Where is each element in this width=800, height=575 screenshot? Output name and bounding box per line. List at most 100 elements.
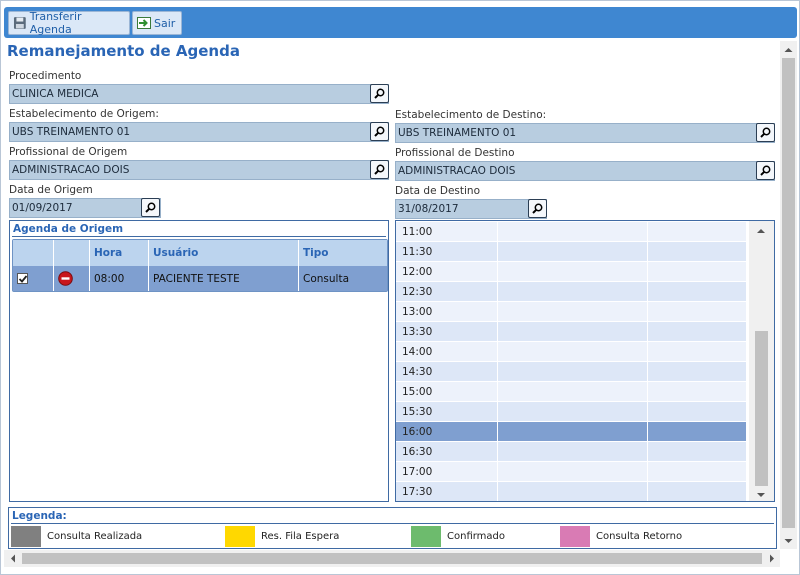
scroll-down-icon[interactable] (749, 487, 773, 502)
time-slot-type-cell (648, 362, 746, 381)
magnifier-icon (760, 127, 771, 138)
time-slot-row[interactable]: 11:30 (396, 242, 746, 262)
scroll-down-icon[interactable] (780, 534, 797, 548)
time-slot-row[interactable]: 15:00 (396, 382, 746, 402)
procedimento-label: Procedimento (9, 70, 82, 82)
grid-header: Hora Usuário Tipo (13, 240, 387, 266)
page-title: Remanejamento de Agenda (7, 42, 240, 60)
time-slot-row[interactable]: 16:30 (396, 442, 746, 462)
agenda-origem-panel: Agenda de Origem Hora Usuário Tipo 08:00… (9, 220, 389, 502)
legend-swatch-realizada (11, 526, 41, 547)
exit-button[interactable]: Sair (132, 11, 182, 35)
scroll-right-icon[interactable] (765, 550, 779, 567)
row-checkbox[interactable] (17, 273, 28, 284)
time-slot-label: 11:00 (396, 222, 498, 241)
time-slot-type-cell (648, 282, 746, 301)
time-slot-label: 13:30 (396, 322, 498, 341)
time-slot-row[interactable]: 13:00 (396, 302, 746, 322)
estab-origem-field[interactable]: UBS TREINAMENTO 01 (9, 122, 389, 142)
time-slot-label: 14:30 (396, 362, 498, 381)
estab-origem-search-button[interactable] (370, 122, 389, 141)
agenda-origem-grid: Hora Usuário Tipo 08:00 PACIENTE TESTE C… (12, 239, 388, 292)
prof-origem-search-button[interactable] (370, 160, 389, 179)
legend-label-fila-espera: Res. Fila Espera (261, 531, 340, 542)
legend-panel: Legenda: Consulta Realizada Res. Fila Es… (8, 507, 777, 549)
time-slot-row[interactable]: 11:00 (396, 222, 746, 242)
time-slot-label: 17:30 (396, 482, 498, 501)
prof-destino-label: Profissional de Destino (395, 147, 515, 159)
data-destino-search-button[interactable] (528, 199, 547, 218)
window-frame: Transferir Agenda Sair Remanejamento de … (0, 0, 800, 575)
magnifier-icon (532, 203, 543, 214)
scroll-left-icon[interactable] (6, 550, 20, 567)
page-horizontal-scrollbar[interactable] (4, 550, 780, 567)
legend-label-realizada: Consulta Realizada (47, 531, 143, 542)
page-scroll-thumb[interactable] (782, 58, 795, 528)
scroll-up-icon[interactable] (780, 43, 797, 57)
estab-destino-search-button[interactable] (756, 123, 775, 142)
magnifier-icon (374, 88, 385, 99)
row-remove-cell (54, 266, 90, 291)
estab-destino-field[interactable]: UBS TREINAMENTO 01 (395, 123, 775, 143)
procedimento-search-button[interactable] (370, 84, 389, 103)
time-slot-user-cell (498, 482, 648, 501)
time-slot-user-cell (498, 322, 648, 341)
legend-swatch-confirmado (411, 526, 441, 547)
time-slot-row[interactable]: 15:30 (396, 402, 746, 422)
time-slot-row[interactable]: 13:30 (396, 322, 746, 342)
time-slot-label: 13:00 (396, 302, 498, 321)
time-slot-label: 15:30 (396, 402, 498, 421)
time-slot-row[interactable]: 12:30 (396, 282, 746, 302)
time-slot-label: 14:00 (396, 342, 498, 361)
time-slot-type-cell (648, 242, 746, 261)
time-slot-user-cell (498, 342, 648, 361)
time-slot-type-cell (648, 422, 746, 441)
header-usuario[interactable]: Usuário (149, 240, 299, 266)
prof-destino-field[interactable]: ADMINISTRACAO DOIS (395, 161, 775, 181)
time-slot-row[interactable]: 17:30 (396, 482, 746, 501)
time-slot-row[interactable]: 16:00 (396, 422, 746, 442)
time-slot-type-cell (648, 442, 746, 461)
header-hora[interactable]: Hora (90, 240, 149, 266)
time-slot-row[interactable]: 14:00 (396, 342, 746, 362)
remove-icon[interactable] (58, 271, 73, 286)
data-destino-field[interactable]: 31/08/2017 (395, 199, 547, 219)
time-slot-row[interactable]: 17:00 (396, 462, 746, 482)
time-slot-user-cell (498, 282, 648, 301)
data-origem-field[interactable]: 01/09/2017 (9, 198, 161, 218)
page-hscroll-thumb[interactable] (22, 553, 762, 564)
destino-scrollbar[interactable] (749, 221, 774, 501)
scroll-thumb[interactable] (755, 331, 768, 486)
prof-destino-search-button[interactable] (756, 161, 775, 180)
agenda-origem-title: Agenda de Origem (13, 223, 124, 235)
scroll-up-icon[interactable] (749, 223, 773, 239)
time-slot-user-cell (498, 302, 648, 321)
agenda-destino-panel: 11:00 11:30 12:00 12:30 13:00 13:30 14:00 14:30… (395, 220, 775, 502)
time-slot-type-cell (648, 482, 746, 501)
legend-divider (11, 523, 774, 524)
time-slot-label: 16:30 (396, 442, 498, 461)
floppy-disk-icon (13, 17, 26, 29)
table-row[interactable]: 08:00 PACIENTE TESTE Consulta (13, 266, 387, 291)
toolbar: Transferir Agenda Sair (4, 7, 797, 38)
time-slot-row[interactable]: 14:30 (396, 362, 746, 382)
checkmark-icon (18, 275, 28, 283)
time-slot-label: 16:00 (396, 422, 498, 441)
transfer-agenda-button[interactable]: Transferir Agenda (8, 10, 130, 36)
procedimento-field[interactable]: CLINICA MEDICA (9, 84, 389, 104)
prof-origem-field[interactable]: ADMINISTRACAO DOIS (9, 160, 389, 180)
time-slot-label: 12:00 (396, 262, 498, 281)
data-origem-search-button[interactable] (141, 198, 160, 217)
page-vertical-scrollbar[interactable] (780, 41, 797, 549)
header-tipo[interactable]: Tipo (299, 240, 387, 266)
time-slot-label: 11:30 (396, 242, 498, 261)
time-slot-user-cell (498, 222, 648, 241)
time-slot-row[interactable]: 12:00 (396, 262, 746, 282)
time-slot-type-cell (648, 462, 746, 481)
data-destino-label: Data de Destino (395, 185, 480, 197)
magnifier-icon (374, 164, 385, 175)
legend-swatch-fila-espera (225, 526, 255, 547)
time-slot-type-cell (648, 402, 746, 421)
time-slot-user-cell (498, 362, 648, 381)
magnifier-icon (145, 202, 156, 213)
